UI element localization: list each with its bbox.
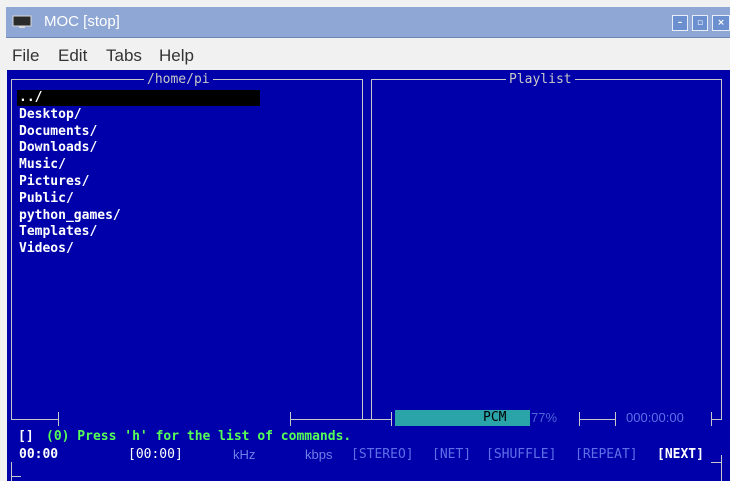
list-item[interactable]: Templates/	[19, 224, 97, 240]
frame-tick	[290, 412, 291, 426]
menu-edit[interactable]: Edit	[58, 46, 87, 66]
minimize-icon: –	[677, 18, 683, 28]
window-title: MOC [stop]	[44, 13, 120, 30]
list-item[interactable]: Downloads/	[19, 140, 97, 156]
menu-tabs[interactable]: Tabs	[106, 46, 142, 66]
maximize-button[interactable]: ▫	[692, 15, 708, 31]
status-frame-bottom	[11, 476, 21, 477]
list-item[interactable]: Pictures/	[19, 174, 89, 190]
playlist-frame-left	[371, 79, 372, 419]
mixer-bar[interactable]	[395, 410, 530, 426]
playlist-frame-bottom	[579, 419, 616, 420]
flag-shuffle: [SHUFFLE]	[486, 447, 557, 462]
maximize-icon: ▫	[696, 18, 704, 28]
status-frame-right-top	[711, 462, 722, 463]
browser-path-label: /home/pi	[144, 72, 213, 88]
flag-repeat: [REPEAT]	[575, 447, 638, 462]
selection-bar	[17, 90, 260, 106]
message-brackets: []	[18, 429, 34, 444]
browser-frame-bottom-right	[290, 419, 392, 420]
status-message: (0) Press 'h' for the list of commands.	[46, 429, 352, 444]
browser-frame-bottom-left	[11, 419, 59, 420]
status-frame-right	[721, 455, 722, 481]
frame-tick	[58, 412, 59, 426]
flag-net: [NET]	[432, 447, 472, 462]
mixer-volume: 77%	[531, 410, 558, 425]
menu-help[interactable]: Help	[159, 46, 194, 66]
total-time: 000:00:00	[626, 410, 684, 425]
list-item[interactable]: Videos/	[19, 241, 74, 257]
current-time: 00:00	[19, 447, 59, 462]
browser-frame-left	[11, 79, 12, 419]
list-item[interactable]: python_games/	[19, 208, 121, 224]
status-frame-left	[11, 462, 12, 481]
flag-stereo: [STEREO]	[351, 447, 414, 462]
menu-bar: File Edit Tabs Help	[6, 38, 730, 70]
playlist-frame-bottom-right	[711, 419, 722, 420]
playlist-label: Playlist	[506, 72, 575, 88]
frame-tick	[615, 412, 616, 426]
list-item[interactable]: ../	[19, 90, 42, 106]
title-bar[interactable]: MOC [stop] – ▫ ×	[6, 7, 730, 38]
flag-next: [NEXT]	[657, 447, 704, 462]
playlist-frame-right	[721, 79, 722, 419]
kbps-label: kbps	[305, 447, 333, 462]
khz-label: kHz	[233, 447, 256, 462]
list-item[interactable]: Documents/	[19, 124, 97, 140]
frame-tick	[579, 412, 580, 426]
close-button[interactable]: ×	[712, 15, 730, 31]
terminal-area: /home/pi Playlist ../Desktop/Documents/D…	[7, 70, 730, 481]
browser-frame-right	[362, 79, 363, 419]
track-duration: [00:00]	[128, 447, 183, 462]
moc-window: MOC [stop] – ▫ × File Edit Tabs Help /ho…	[0, 0, 730, 481]
frame-tick	[391, 412, 392, 426]
mixer-channel: PCM	[483, 410, 507, 425]
list-item[interactable]: Music/	[19, 157, 66, 173]
minimize-button[interactable]: –	[672, 15, 688, 31]
list-item[interactable]: Desktop/	[19, 107, 82, 123]
monitor-icon	[12, 15, 32, 28]
list-item[interactable]: Public/	[19, 191, 74, 207]
frame-tick	[711, 412, 712, 426]
close-icon: ×	[717, 18, 725, 28]
menu-file[interactable]: File	[12, 46, 39, 66]
